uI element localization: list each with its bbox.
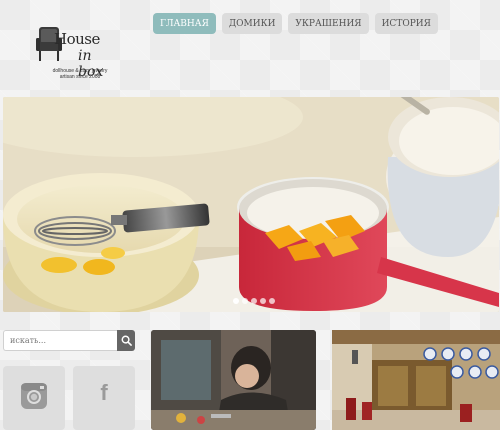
thumbnail-dollhouse[interactable] [332, 330, 500, 430]
hero-slide-image [3, 97, 499, 312]
nav-item-history[interactable]: ИСТОРИЯ [374, 13, 438, 34]
instagram-icon [21, 383, 47, 409]
slider-dot[interactable] [242, 298, 248, 304]
search-form [3, 330, 135, 351]
facebook-icon: f [100, 380, 108, 405]
slider-dot[interactable] [233, 298, 239, 304]
slider-dot[interactable] [251, 298, 257, 304]
site-logo[interactable]: House in box dollhouse & cozy jewelry ar… [34, 24, 114, 84]
slider-dot[interactable] [269, 298, 275, 304]
hero-slider[interactable] [3, 97, 499, 312]
search-input[interactable] [3, 330, 117, 351]
nav-item-home[interactable]: ГЛАВНАЯ [153, 13, 216, 34]
slider-dots [233, 298, 275, 304]
search-icon [121, 335, 132, 346]
logo-word-house: House [54, 30, 100, 48]
nav-item-dollhouses[interactable]: ДОМИКИ [221, 13, 283, 34]
thumbnail-image [151, 330, 316, 430]
instagram-link[interactable] [3, 366, 65, 430]
search-button[interactable] [117, 330, 135, 351]
main-nav: ГЛАВНАЯ ДОМИКИ УКРАШЕНИЯ ИСТОРИЯ [153, 13, 438, 34]
nav-item-jewelry[interactable]: УКРАШЕНИЯ [288, 13, 369, 34]
logo-tagline-line2: artisan since 2008 [59, 74, 101, 80]
slider-dot[interactable] [260, 298, 266, 304]
logo-tagline: dollhouse & cozy jewelry artisan since 2… [40, 68, 120, 80]
thumbnail-image [332, 330, 500, 430]
facebook-link[interactable]: f [73, 366, 135, 430]
thumbnail-artisan[interactable] [151, 330, 316, 430]
